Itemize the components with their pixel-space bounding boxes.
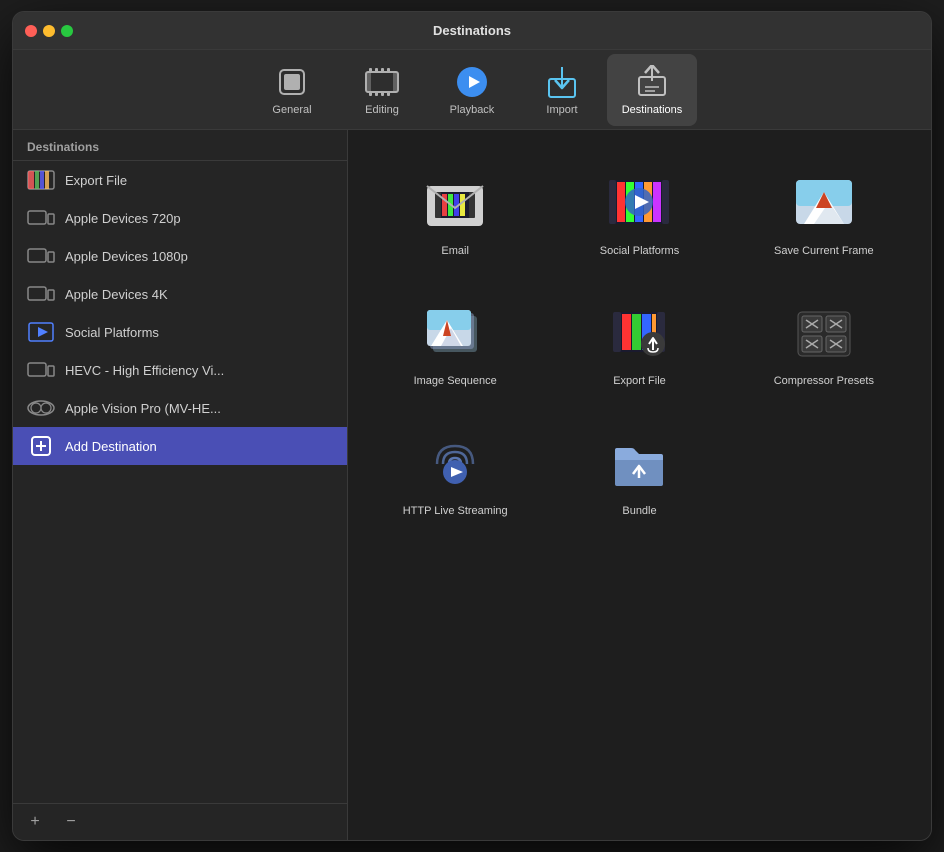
destinations-icon <box>634 64 670 100</box>
sidebar-list: Export File Apple Devices 720p <box>13 161 347 803</box>
http-live-streaming-icon <box>423 432 487 496</box>
email-icon <box>423 172 487 236</box>
toolbar-item-general[interactable]: General <box>247 54 337 126</box>
hevc-icon <box>27 359 55 381</box>
export-file-icon <box>27 169 55 191</box>
general-icon <box>274 64 310 100</box>
add-destination-icon <box>27 435 55 457</box>
playback-label: Playback <box>450 104 495 116</box>
destination-email[interactable]: Email <box>368 150 542 270</box>
destination-http-live-streaming[interactable]: HTTP Live Streaming <box>368 410 542 530</box>
image-sequence-label: Image Sequence <box>414 374 497 388</box>
sidebar-item-apple-vision[interactable]: Apple Vision Pro (MV-HE... <box>13 389 347 427</box>
toolbar-item-import[interactable]: Import <box>517 54 607 126</box>
editing-icon <box>364 64 400 100</box>
sidebar-item-label-export-file: Export File <box>65 173 127 188</box>
destination-bundle[interactable]: Bundle <box>552 410 726 530</box>
social-platforms-dest-icon <box>607 172 671 236</box>
toolbar-item-destinations[interactable]: Destinations <box>607 54 697 126</box>
playback-icon <box>454 64 490 100</box>
remove-button[interactable]: − <box>61 812 81 832</box>
sidebar-item-add-destination[interactable]: Add Destination <box>13 427 347 465</box>
sidebar: Destinations Export File <box>13 130 348 840</box>
compressor-presets-icon <box>792 302 856 366</box>
destination-social-platforms[interactable]: Social Platforms <box>552 150 726 270</box>
toolbar-item-editing[interactable]: Editing <box>337 54 427 126</box>
export-file-dest-icon <box>607 302 671 366</box>
http-live-streaming-label: HTTP Live Streaming <box>403 504 508 518</box>
sidebar-header: Destinations <box>13 130 347 161</box>
sidebar-footer: + − <box>13 803 347 840</box>
minimize-button[interactable] <box>43 25 55 37</box>
sidebar-item-label-hevc: HEVC - High Efficiency Vi... <box>65 363 224 378</box>
sidebar-item-apple-1080p[interactable]: Apple Devices 1080p <box>13 237 347 275</box>
toolbar: General Editin <box>13 50 931 130</box>
add-button[interactable]: + <box>25 812 45 832</box>
destination-export-file[interactable]: Export File <box>552 280 726 400</box>
apple-vision-icon <box>27 397 55 419</box>
window-title: Destinations <box>433 23 511 38</box>
email-label: Email <box>441 244 469 258</box>
maximize-button[interactable] <box>61 25 73 37</box>
sidebar-item-label-social-platforms: Social Platforms <box>65 325 159 340</box>
image-sequence-icon <box>423 302 487 366</box>
destination-compressor-presets[interactable]: Compressor Presets <box>737 280 911 400</box>
general-label: General <box>272 104 311 116</box>
apple-devices-720p-icon <box>27 207 55 229</box>
destinations-grid: Email <box>348 130 931 840</box>
import-label: Import <box>546 104 577 116</box>
bundle-label: Bundle <box>622 504 656 518</box>
editing-label: Editing <box>365 104 399 116</box>
export-file-dest-label: Export File <box>613 374 666 388</box>
main-content: Destinations Export File <box>13 130 931 840</box>
sidebar-item-label-apple-4k: Apple Devices 4K <box>65 287 168 302</box>
import-icon <box>544 64 580 100</box>
compressor-presets-label: Compressor Presets <box>774 374 874 388</box>
save-current-frame-icon <box>792 172 856 236</box>
bundle-icon <box>607 432 671 496</box>
sidebar-item-label-apple-vision: Apple Vision Pro (MV-HE... <box>65 401 221 416</box>
apple-devices-4k-icon <box>27 283 55 305</box>
sidebar-item-social-platforms[interactable]: Social Platforms <box>13 313 347 351</box>
apple-devices-1080p-icon <box>27 245 55 267</box>
social-platforms-dest-label: Social Platforms <box>600 244 679 258</box>
sidebar-item-export-file[interactable]: Export File <box>13 161 347 199</box>
destination-save-current-frame[interactable]: Save Current Frame <box>737 150 911 270</box>
main-window: Destinations General <box>12 11 932 841</box>
destinations-label: Destinations <box>622 104 683 116</box>
titlebar: Destinations <box>13 12 931 50</box>
window-controls <box>25 25 73 37</box>
close-button[interactable] <box>25 25 37 37</box>
sidebar-item-label-add-destination: Add Destination <box>65 439 157 454</box>
sidebar-item-hevc[interactable]: HEVC - High Efficiency Vi... <box>13 351 347 389</box>
save-current-frame-label: Save Current Frame <box>774 244 874 258</box>
destination-image-sequence[interactable]: Image Sequence <box>368 280 542 400</box>
sidebar-item-label-apple-720p: Apple Devices 720p <box>65 211 181 226</box>
sidebar-item-apple-4k[interactable]: Apple Devices 4K <box>13 275 347 313</box>
toolbar-item-playback[interactable]: Playback <box>427 54 517 126</box>
sidebar-item-label-apple-1080p: Apple Devices 1080p <box>65 249 188 264</box>
sidebar-item-apple-720p[interactable]: Apple Devices 720p <box>13 199 347 237</box>
social-platforms-icon <box>27 321 55 343</box>
